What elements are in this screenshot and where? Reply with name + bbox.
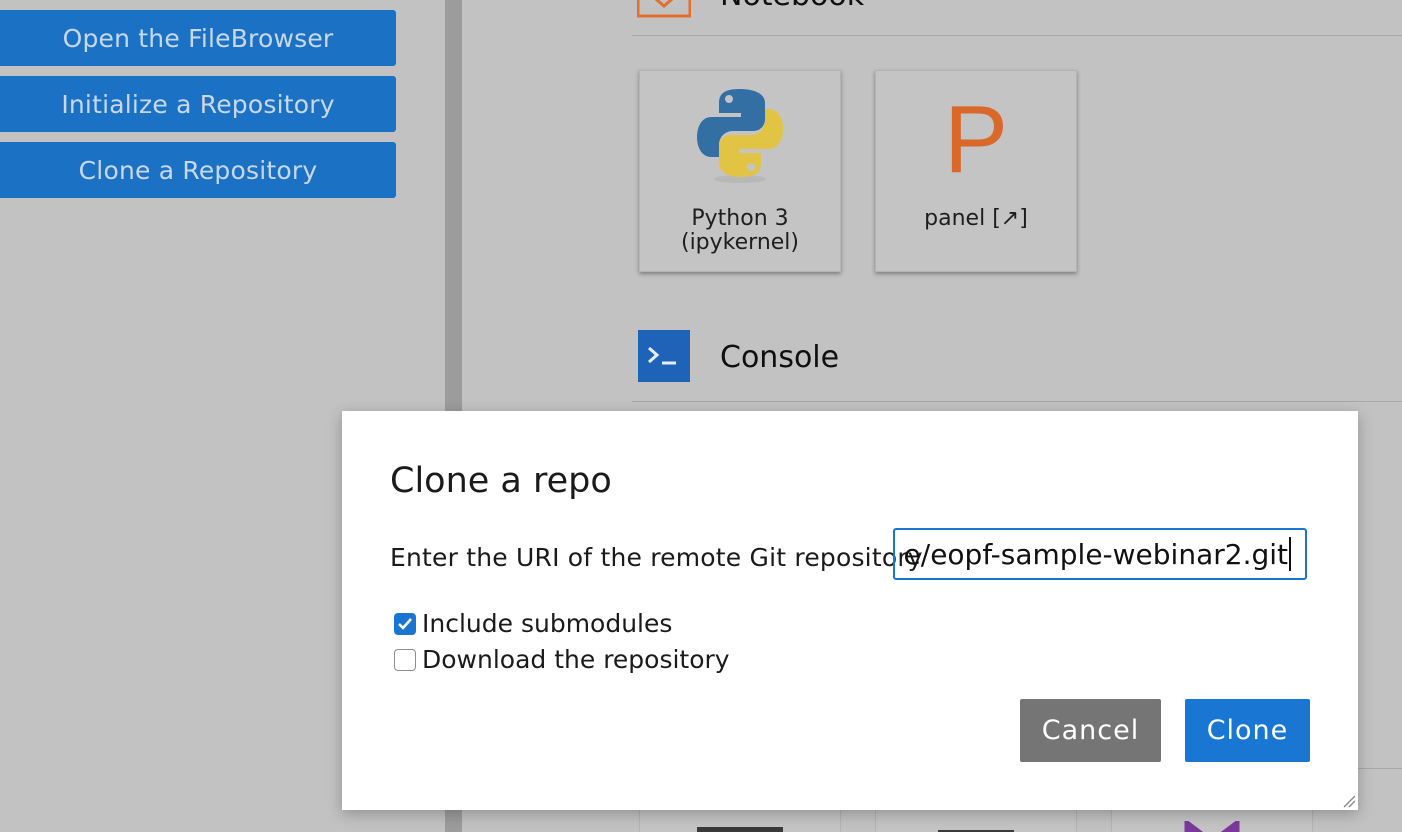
initialize-repository-button[interactable]: Initialize a Repository [0,76,396,132]
checkmark-icon [398,617,412,630]
download-repository-checkbox[interactable] [394,648,416,671]
console-section-title: Console [720,340,840,375]
include-submodules-checkbox[interactable] [394,612,416,635]
notebook-section-title: Notebook [720,0,864,13]
cancel-button[interactable]: Cancel [1020,699,1161,762]
python-logo-icon [695,85,785,189]
resize-grip-icon[interactable] [1342,794,1356,808]
include-submodules-label: Include submodules [422,609,673,638]
python3-kernel-card[interactable]: Python 3 (ipykernel) [639,70,841,272]
clone-repo-dialog: Clone a repo Enter the URI of the remote… [342,411,1358,810]
download-repository-label: Download the repository [422,645,730,674]
panel-p-icon: P [943,86,1009,193]
other-divider [1358,768,1402,769]
python3-kernel-label: Python 3 (ipykernel) [680,206,799,255]
open-filebrowser-button[interactable]: Open the FileBrowser [0,10,396,66]
text-caret [1289,537,1291,571]
clone-button[interactable]: Clone [1185,699,1310,762]
download-repository-option[interactable]: Download the repository [394,645,730,674]
uri-input-value: e/eopf-sample-webinar2.git [903,537,1288,571]
dialog-title: Clone a repo [390,461,612,501]
include-submodules-option[interactable]: Include submodules [394,609,672,638]
notebook-divider [632,35,1402,36]
console-divider [632,401,1402,402]
jupyterlab-window: Open the FileBrowser Initialize a Reposi… [0,0,1402,832]
notebook-icon [636,0,692,18]
console-icon [638,330,690,382]
clone-repository-button[interactable]: Clone a Repository [0,142,396,198]
panel-kernel-label: panel [↗] [924,206,1028,231]
uri-input[interactable]: e/eopf-sample-webinar2.git [893,528,1307,580]
markdown-icon [1184,821,1240,832]
panel-kernel-card[interactable]: P panel [↗] [875,70,1077,272]
uri-label: Enter the URI of the remote Git reposito… [390,543,923,572]
